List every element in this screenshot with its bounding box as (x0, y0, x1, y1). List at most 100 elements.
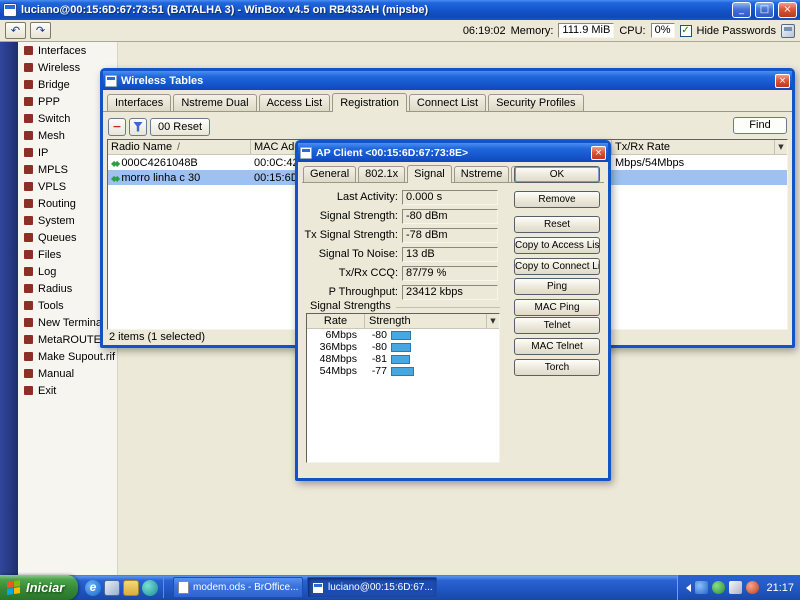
tab-security-profiles[interactable]: Security Profiles (488, 94, 584, 111)
column-radio-name[interactable]: Radio Name / (108, 140, 251, 154)
cell-radio-name: ◆◆ 000C4261048B (111, 156, 198, 169)
tab-registration[interactable]: Registration (332, 93, 407, 112)
signal-row[interactable]: 54Mbps -77 (307, 365, 499, 377)
mac-ping-button[interactable]: MAC Ping (514, 299, 600, 316)
sidebar-item-make-supout[interactable]: Make Supout.rif (18, 348, 117, 365)
close-icon[interactable]: × (775, 73, 790, 88)
ap-client-titlebar[interactable]: AP Client <00:15:6D:67:73:8E> × (298, 143, 608, 162)
sidebar-item-label: Routing (38, 197, 76, 210)
taskbar-clock[interactable]: 21:17 (766, 582, 794, 594)
tray-antivirus-icon[interactable] (712, 581, 726, 594)
sidebar-item-manual[interactable]: Manual (18, 365, 117, 382)
tray-update-icon[interactable] (746, 581, 760, 594)
connection-status-icon[interactable] (781, 23, 795, 38)
ok-button[interactable]: OK (514, 166, 600, 183)
strength-value: -80 (371, 329, 387, 341)
sidebar-item-label: Log (38, 265, 57, 278)
column-tx-rx-rate[interactable]: Tx/Rx Rate (612, 140, 774, 154)
status-bar: 2 items (1 selected) (109, 331, 205, 343)
wireless-tables-titlebar[interactable]: Wireless Tables × (103, 71, 792, 90)
signal-bar (391, 366, 414, 376)
sidebar-item-label: Bridge (38, 78, 70, 91)
sidebar-item-label: Interfaces (38, 44, 87, 57)
menu-item-icon (24, 369, 33, 378)
wireless-window-icon (105, 74, 117, 87)
minimize-button[interactable]: _ (732, 2, 751, 18)
tab-nstreme-dual[interactable]: Nstreme Dual (173, 94, 257, 111)
rate-value: 54Mbps (319, 365, 357, 377)
taskbar-divider (163, 577, 164, 598)
ping-button[interactable]: Ping (514, 278, 600, 295)
signal-row[interactable]: 36Mbps -80 (307, 341, 499, 353)
tab-general[interactable]: General (303, 166, 357, 182)
reset-button[interactable]: Reset (514, 216, 600, 233)
browser-icon[interactable] (85, 579, 101, 596)
remove-button[interactable]: Remove (514, 191, 600, 208)
tab-8021x[interactable]: 802.1x (358, 166, 406, 182)
back-arrow-icon[interactable]: ↶ (5, 22, 26, 39)
folder-icon[interactable] (123, 579, 139, 596)
signal-strengths-table: Rate Strength ▼ 6Mbps -80 36Mbps -80 48M… (306, 313, 500, 463)
strength-value: -77 (371, 365, 387, 377)
strength-value: -80 (371, 341, 387, 353)
tab-access-list[interactable]: Access List (258, 94, 331, 111)
copy-to-connect-list-button[interactable]: Copy to Connect List (514, 258, 600, 275)
find-button[interactable]: Find (733, 117, 787, 134)
main-titlebar[interactable]: luciano@00:15:6D:67:73:51 (BATALHA 3) - … (0, 0, 800, 20)
telnet-button[interactable]: Telnet (514, 317, 600, 334)
sidebar-item-label: Wireless (38, 61, 81, 74)
tab-signal[interactable]: Signal (407, 165, 452, 183)
torch-button[interactable]: Torch (514, 359, 600, 376)
tx-rx-ccq-value: 87/79 % (402, 266, 498, 281)
filter-button[interactable] (129, 117, 147, 136)
ap-client-title: AP Client <00:15:6D:67:73:8E> (316, 146, 469, 159)
mac-telnet-button[interactable]: MAC Telnet (514, 338, 600, 355)
close-button[interactable]: × (778, 2, 797, 18)
menu-item-icon (24, 233, 33, 242)
signal-row[interactable]: 6Mbps -80 (307, 329, 499, 341)
start-button[interactable]: Iniciar (0, 575, 78, 600)
media-player-icon[interactable] (142, 579, 158, 596)
tray-chevron-icon[interactable] (686, 583, 692, 592)
remove-entry-button[interactable]: − (108, 117, 126, 136)
menu-item-icon (24, 97, 33, 106)
document-icon (178, 581, 189, 594)
close-icon[interactable]: × (591, 145, 606, 160)
signal-row[interactable]: 48Mbps -81 (307, 353, 499, 365)
task-button-broffice[interactable]: modem.ods - BrOffice... (173, 577, 303, 598)
reset-counters-button[interactable]: 00 Reset (150, 117, 211, 136)
forward-arrow-icon[interactable]: ↷ (30, 22, 51, 39)
sidebar-item-label: Mesh (38, 129, 65, 142)
tab-nstreme[interactable]: Nstreme (453, 166, 510, 182)
group-divider (396, 307, 500, 308)
rate-value: 48Mbps (319, 353, 357, 365)
column-dropdown-icon[interactable]: ▼ (774, 140, 787, 154)
quick-launch (85, 579, 158, 596)
winbox-task-icon (312, 581, 324, 594)
tray-volume-icon[interactable] (729, 581, 743, 594)
tab-connect-list[interactable]: Connect List (408, 94, 487, 111)
hide-passwords-checkbox[interactable]: ✓ (679, 24, 692, 37)
signal-to-noise-value: 13 dB (402, 247, 498, 262)
sidebar-item-exit[interactable]: Exit (18, 382, 117, 399)
show-desktop-icon[interactable] (104, 579, 120, 596)
task-button-winbox[interactable]: luciano@00:15:6D:67... (307, 577, 437, 598)
memory-label: Memory: (510, 24, 554, 37)
cpu-value: 0% (650, 23, 675, 38)
last-activity-value: 0.000 s (402, 190, 498, 205)
sidebar-item-label: MPLS (38, 163, 68, 176)
copy-to-access-list-button[interactable]: Copy to Access List (514, 237, 600, 254)
column-strength[interactable]: Strength (365, 314, 486, 328)
ap-client-window-icon (300, 146, 312, 159)
start-label: Iniciar (26, 580, 65, 595)
tray-network-icon[interactable] (695, 581, 709, 594)
tab-interfaces[interactable]: Interfaces (107, 94, 172, 111)
signal-strengths-group-label: Signal Strengths (310, 300, 391, 312)
sidebar-item-interfaces[interactable]: Interfaces (18, 42, 117, 59)
sort-indicator-icon: / (177, 142, 180, 153)
maximize-button[interactable]: □ (755, 2, 774, 18)
column-dropdown-icon[interactable]: ▼ (486, 314, 499, 328)
sidebar-item-label: New Terminal (38, 316, 105, 329)
hide-passwords-label: Hide Passwords (696, 24, 776, 37)
column-rate[interactable]: Rate (307, 314, 365, 328)
